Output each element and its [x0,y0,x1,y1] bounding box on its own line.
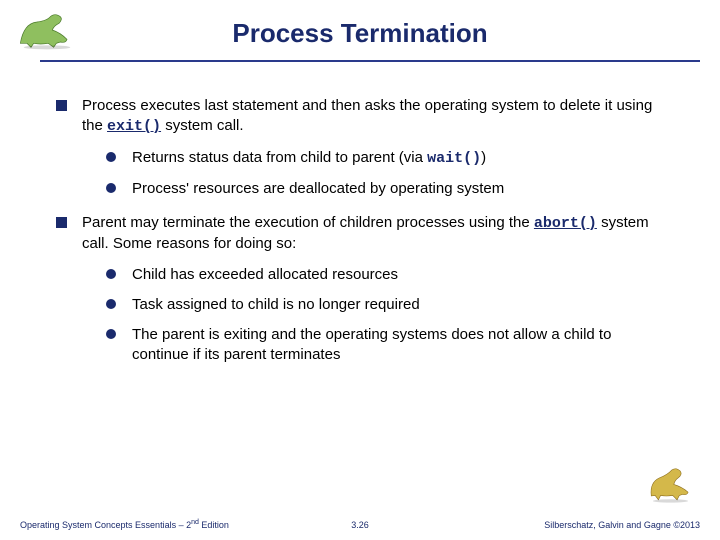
bullet-2-1: Child has exceeded allocated resources [106,265,670,285]
bullet-1: Process executes last statement and then… [56,96,670,199]
page-title: Process Termination [0,0,720,49]
text: Returns status data from child to parent… [132,149,427,166]
text: system call. [161,117,244,134]
bullet-2-2: Task assigned to child is no longer requ… [106,295,670,315]
footer: Operating System Concepts Essentials – 2… [0,512,720,532]
bullet-2-3: The parent is exiting and the operating … [106,325,670,366]
bullet-1-2: Process' resources are deallocated by op… [106,179,670,199]
bullet-2: Parent may terminate the execution of ch… [56,213,670,366]
text: ) [481,149,486,166]
code-exit: exit() [107,118,161,135]
bullet-1-1: Returns status data from child to parent… [106,148,670,169]
content-area: Process executes last statement and then… [0,70,720,366]
footer-right: Silberschatz, Galvin and Gagne ©2013 [544,520,700,530]
text: Parent may terminate the execution of ch… [82,214,534,231]
dinosaur-icon [12,10,82,50]
code-abort: abort() [534,215,597,232]
dinosaur-icon [643,465,698,505]
code-wait: wait() [427,150,481,167]
divider [40,60,700,62]
